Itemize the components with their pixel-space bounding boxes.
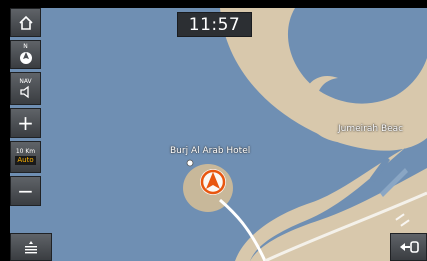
return-icon — [399, 241, 419, 253]
auto-zoom-label: Auto — [15, 156, 36, 165]
compass-button[interactable]: N — [10, 40, 41, 69]
current-position-marker — [200, 169, 226, 195]
return-button[interactable] — [390, 233, 427, 261]
speaker-icon — [19, 85, 29, 98]
clock: 11:57 — [177, 12, 252, 37]
area-label: Jumeirah Beac — [338, 124, 404, 134]
map-view[interactable]: Burj Al Arab Hotel Jumeirah Beac — [10, 8, 427, 261]
home-button[interactable] — [10, 8, 41, 37]
map-canvas[interactable] — [10, 8, 427, 261]
zoom-in-label: + — [17, 111, 34, 135]
home-icon — [18, 15, 33, 30]
menu-icon — [25, 241, 37, 254]
zoom-out-button[interactable]: − — [10, 176, 41, 206]
poi-label[interactable]: Burj Al Arab Hotel — [170, 146, 250, 156]
compass-icon — [19, 51, 32, 64]
zoom-out-label: − — [17, 179, 34, 203]
menu-button[interactable] — [10, 233, 52, 261]
zoom-in-button[interactable]: + — [10, 108, 41, 138]
poi-marker[interactable] — [186, 159, 194, 167]
navigation-screen: Burj Al Arab Hotel Jumeirah Beac 11:57 N… — [0, 0, 427, 261]
scale-auto-button[interactable]: 10 Km Auto — [10, 141, 41, 173]
nav-volume-button[interactable]: NAV — [10, 72, 41, 105]
scale-label: 10 Km — [15, 148, 36, 155]
